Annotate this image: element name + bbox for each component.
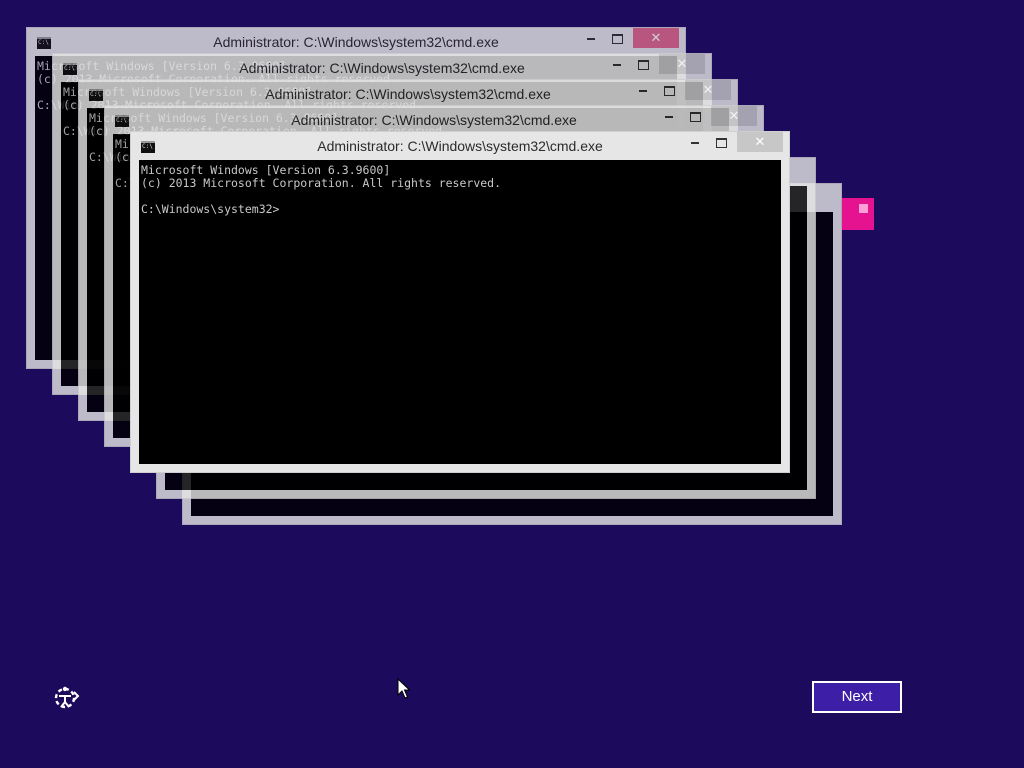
minimize-icon <box>665 115 673 118</box>
minimize-button[interactable] <box>657 106 681 126</box>
maximize-icon <box>611 33 623 44</box>
console-area[interactable]: Microsoft Windows [Version 6.3.9600] (c)… <box>139 160 781 464</box>
maximize-icon <box>663 85 675 96</box>
close-button[interactable]: ✕ <box>685 80 731 100</box>
close-icon: ✕ <box>676 56 688 71</box>
setup-screen: C:\ Administrator: C:\Windows\system32\c… <box>0 0 1024 768</box>
title-bar[interactable]: C:\ Administrator: C:\Windows\system32\c… <box>79 80 737 108</box>
ease-of-access-icon <box>54 686 80 709</box>
minimize-button[interactable] <box>683 132 707 152</box>
close-icon: ✕ <box>650 30 662 45</box>
minimize-button[interactable] <box>579 28 603 48</box>
maximize-button[interactable] <box>709 132 733 152</box>
title-bar[interactable]: C:\ Administrator: C:\Windows\system32\c… <box>27 28 685 56</box>
title-bar[interactable]: C:\ Administrator: C:\Windows\system32\c… <box>105 106 763 134</box>
next-button[interactable]: Next <box>812 681 902 713</box>
minimize-button[interactable] <box>631 80 655 100</box>
maximize-button[interactable] <box>631 54 655 74</box>
pointer-icon <box>397 677 411 699</box>
ease-of-access-button[interactable] <box>52 684 80 712</box>
title-bar[interactable]: C:\ Administrator: C:\Windows\system32\c… <box>53 54 711 82</box>
close-button[interactable]: ✕ <box>737 132 783 152</box>
close-button[interactable]: ✕ <box>711 106 757 126</box>
mouse-cursor <box>397 677 411 700</box>
maximize-button[interactable] <box>605 28 629 48</box>
close-button[interactable]: ✕ <box>633 28 679 48</box>
maximize-button[interactable] <box>683 106 707 126</box>
close-icon: ✕ <box>728 108 740 123</box>
pink-glitch-square <box>842 198 874 230</box>
maximize-icon <box>689 111 701 122</box>
minimize-icon <box>691 141 699 144</box>
maximize-button[interactable] <box>657 80 681 100</box>
minimize-icon <box>587 37 595 40</box>
close-icon: ✕ <box>702 82 714 97</box>
maximize-icon <box>715 137 727 148</box>
close-icon: ✕ <box>754 134 766 149</box>
minimize-button[interactable] <box>605 54 629 74</box>
minimize-icon <box>613 63 621 66</box>
console-line: (c) 2013 Microsoft Corporation. All righ… <box>141 176 502 190</box>
title-bar[interactable]: C:\ Administrator: C:\Windows\system32\c… <box>131 132 789 160</box>
cmd-window: C:\ Administrator: C:\Windows\system32\c… <box>130 131 790 473</box>
console-prompt: C:\Windows\system32> <box>141 202 280 216</box>
maximize-icon <box>637 59 649 70</box>
minimize-icon <box>639 89 647 92</box>
close-button[interactable]: ✕ <box>659 54 705 74</box>
